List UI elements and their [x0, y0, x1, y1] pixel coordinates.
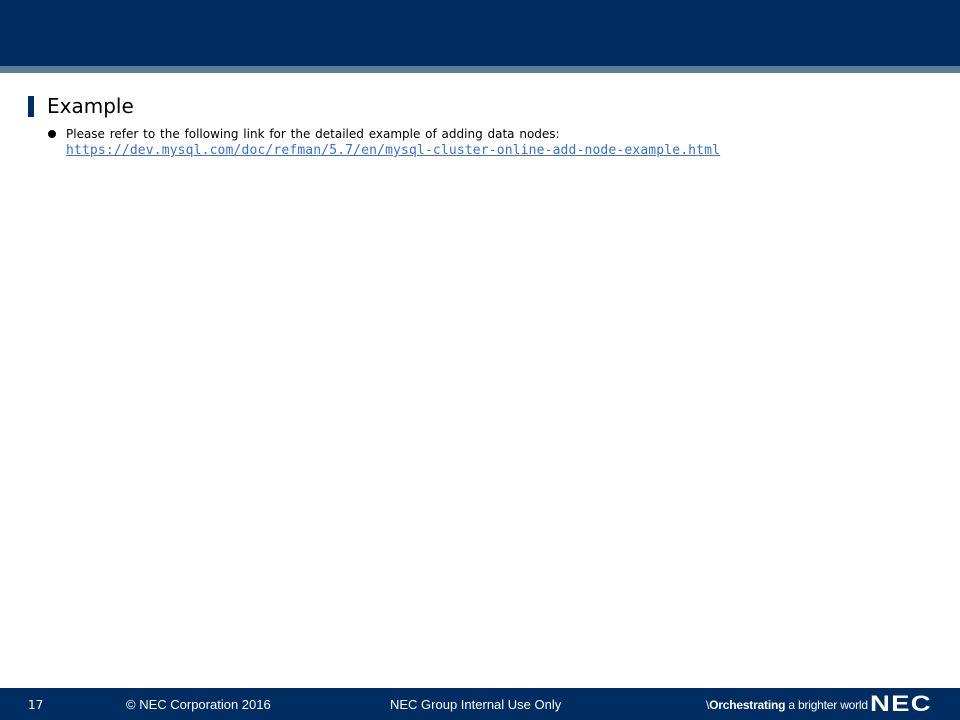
footer-bar: 17 © NEC Corporation 2016 NEC Group Inte…	[0, 688, 960, 720]
bullet-text: Please refer to the following link for t…	[66, 127, 560, 141]
nec-logo: NEC	[870, 691, 932, 716]
tagline: \Orchestrating a brighter world	[706, 697, 868, 713]
page-number: 17	[28, 698, 44, 712]
header-stripe	[0, 66, 960, 73]
slide-title: Example	[47, 94, 134, 118]
classification-label: NEC Group Internal Use Only	[390, 697, 562, 712]
tagline-bold: Orchestrating	[709, 698, 786, 712]
title-marker	[28, 96, 34, 117]
header-bar	[0, 0, 960, 66]
tagline-rest: a brighter world	[785, 698, 868, 712]
reference-link[interactable]: https://dev.mysql.com/doc/refman/5.7/en/…	[66, 143, 720, 159]
copyright: © NEC Corporation 2016	[126, 697, 271, 712]
bullet-icon	[48, 130, 56, 138]
